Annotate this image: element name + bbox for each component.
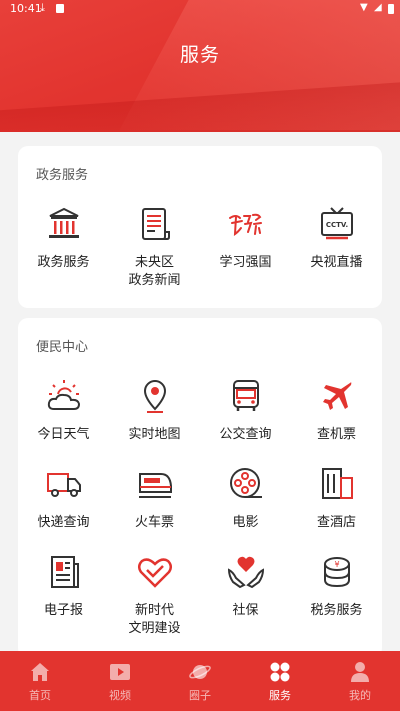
airplane-icon (322, 382, 351, 410)
service-grid-icon (270, 662, 290, 682)
civilization-item[interactable]: 新时代 文明建设 (109, 552, 200, 638)
train-item[interactable]: 火车票 (109, 464, 200, 532)
item-label: 今日天气 (37, 427, 90, 442)
e-newspaper-item[interactable]: 电子报 (18, 552, 109, 620)
section-title: 便民中心 (36, 340, 89, 355)
movie-item[interactable]: 电影 (200, 464, 291, 532)
item-label: 税务服务 (310, 603, 363, 618)
map-item[interactable]: 实时地图 (109, 376, 200, 444)
government-building-icon (48, 207, 79, 238)
tab-video[interactable]: 视频 (80, 651, 160, 711)
xuexi-logo-icon (228, 213, 262, 236)
map-pin-icon (143, 380, 166, 413)
download-icon: ⤓ (40, 1, 45, 14)
tab-label: 视频 (109, 689, 131, 702)
item-label: 政务服务 (37, 255, 90, 270)
wifi-icon: ▼ (360, 2, 368, 13)
item-label: 实时地图 (128, 427, 181, 442)
svg-text:¥: ¥ (334, 560, 339, 569)
express-item[interactable]: 快递查询 (18, 464, 109, 532)
weather-item[interactable]: 今日天气 (18, 376, 109, 444)
item-label: 公交查询 (219, 427, 272, 442)
tab-profile[interactable]: 我的 (320, 651, 400, 711)
page-title: 服务 (179, 44, 220, 66)
item-label: 电影 (232, 515, 259, 530)
heart-hand-icon (137, 558, 172, 588)
convenience-center-card: 便民中心 今日天气 实时地图 公交查询 查机票 快递查询 火车票 电影 查酒店 … (18, 318, 382, 658)
flight-item[interactable]: 查机票 (291, 376, 382, 444)
item-label: 火车票 (134, 515, 174, 530)
notification-icon (56, 4, 64, 13)
bus-item[interactable]: 公交查询 (200, 376, 291, 444)
hotel-icon (321, 468, 353, 499)
gov-services-item[interactable]: 政务服务 (18, 204, 109, 272)
delivery-truck-icon (46, 473, 81, 497)
bus-icon (232, 380, 259, 411)
item-label: 社保 (232, 603, 259, 618)
svg-text:CCTV.: CCTV. (325, 221, 347, 229)
newspaper-icon (50, 556, 79, 588)
video-icon (110, 664, 130, 680)
signal-icon: ◢ (374, 2, 382, 13)
social-security-icon (227, 556, 264, 589)
battery-icon (388, 4, 394, 14)
header: 10:41 ⤓ ▼ ◢ 服务 (0, 0, 400, 140)
bottom-navigation: 首页 视频 圈子 服务 我的 (0, 651, 400, 711)
social-security-item[interactable]: 社保 (200, 552, 291, 620)
tab-label: 首页 (29, 689, 51, 702)
status-time: 10:41 (10, 2, 42, 15)
film-reel-icon (229, 468, 262, 498)
train-icon (138, 473, 172, 498)
item-label: 新时代 文明建设 (128, 603, 181, 636)
hotel-item[interactable]: 查酒店 (291, 464, 382, 532)
tab-home[interactable]: 首页 (0, 651, 80, 711)
tab-label: 圈子 (189, 689, 211, 702)
xuexi-item[interactable]: 学习强国 (200, 204, 291, 272)
section-title: 政务服务 (36, 168, 89, 183)
news-document-icon (141, 208, 170, 240)
item-label: 央视直播 (310, 255, 363, 270)
planet-icon (189, 665, 211, 679)
status-bar: 10:41 ⤓ ▼ ◢ (0, 0, 400, 18)
tax-service-item[interactable]: ¥ 税务服务 (291, 552, 382, 620)
tab-circle[interactable]: 圈子 (160, 651, 240, 711)
tab-label: 我的 (349, 689, 371, 702)
tab-label: 服务 (269, 689, 291, 702)
district-news-item[interactable]: 未央区 政务新闻 (109, 204, 200, 290)
item-label: 快递查询 (37, 515, 90, 530)
cctv-tv-icon: CCTV. (320, 207, 353, 240)
tab-service[interactable]: 服务 (240, 651, 320, 711)
item-label: 查酒店 (316, 515, 356, 530)
weather-icon (47, 380, 80, 410)
item-label: 学习强国 (219, 255, 272, 270)
home-icon (31, 663, 49, 681)
gov-services-card: 政务服务 政务服务 未央区 政务新闻 学习强国 CCTV. 央视直播 (18, 146, 382, 308)
item-label: 电子报 (43, 603, 83, 618)
tax-coins-icon: ¥ (323, 557, 350, 588)
profile-icon (351, 662, 369, 682)
cctv-live-item[interactable]: CCTV. 央视直播 (291, 204, 382, 272)
item-label: 查机票 (316, 427, 356, 442)
item-label: 未央区 政务新闻 (128, 255, 181, 288)
